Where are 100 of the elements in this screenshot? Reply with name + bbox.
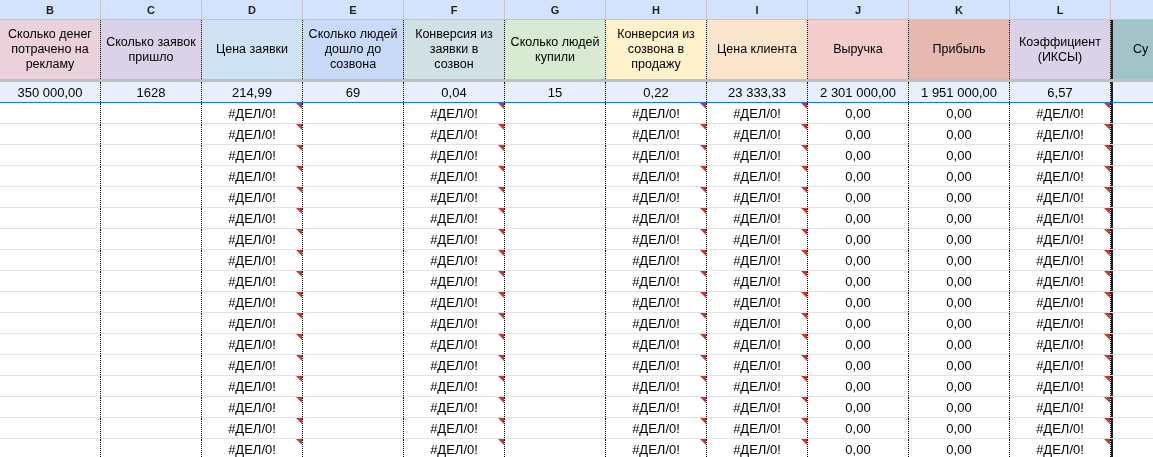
table-cell: #ДЕЛ/0! [404,271,505,291]
table-cell: #ДЕЛ/0! [1010,166,1111,186]
column-letter[interactable]: H [606,0,707,19]
table-row[interactable]: #ДЕЛ/0! #ДЕЛ/0! #ДЕЛ/0! #ДЕЛ/0! 0,00 0,00 #ДЕЛ/0! [0,271,1153,292]
column-letter[interactable]: I [707,0,808,19]
table-cell: 0,00 [909,397,1010,417]
table-cell: #ДЕЛ/0! [404,439,505,457]
table-cell: 0,00 [808,229,909,249]
table-cell: #ДЕЛ/0! [606,166,707,186]
table-cell: #ДЕЛ/0! [202,229,303,249]
table-cell: 0,00 [808,439,909,457]
header-cell: Конверсия из заявки в созвон [404,20,505,79]
table-cell: 0,00 [909,103,1010,123]
table-row[interactable]: #ДЕЛ/0! #ДЕЛ/0! #ДЕЛ/0! #ДЕЛ/0! 0,00 0,00 #ДЕЛ/0! [0,397,1153,418]
column-letter[interactable]: F [404,0,505,19]
table-cell: 69 [303,82,404,102]
table-cell: 0,00 [808,124,909,144]
table-cell: #ДЕЛ/0! [202,187,303,207]
table-cell: #ДЕЛ/0! [202,271,303,291]
table-cell: #ДЕЛ/0! [606,124,707,144]
table-row[interactable]: #ДЕЛ/0! #ДЕЛ/0! #ДЕЛ/0! #ДЕЛ/0! 0,00 0,00 #ДЕЛ/0! [0,334,1153,355]
table-cell: #ДЕЛ/0! [202,334,303,354]
table-cell: #ДЕЛ/0! [606,376,707,396]
column-letter[interactable]: B [0,0,101,19]
table-cell: #ДЕЛ/0! [1010,103,1111,123]
column-letter[interactable]: G [505,0,606,19]
selected-row[interactable]: 350 000,00 1628 214,99 69 0,04 15 0,22 23 333,33 2 301 000,00 1 951 000,00 6,57 [0,82,1153,103]
header-cell: Цена заявки [202,20,303,79]
table-cell: 0,00 [808,250,909,270]
table-row[interactable]: #ДЕЛ/0! #ДЕЛ/0! #ДЕЛ/0! #ДЕЛ/0! 0,00 0,00 #ДЕЛ/0! [0,292,1153,313]
table-cell: #ДЕЛ/0! [202,397,303,417]
table-cell: #ДЕЛ/0! [404,229,505,249]
header-cell: Конверсия из созвона в продажу [606,20,707,79]
table-cell: #ДЕЛ/0! [202,250,303,270]
table-row[interactable]: #ДЕЛ/0! #ДЕЛ/0! #ДЕЛ/0! #ДЕЛ/0! 0,00 0,00 #ДЕЛ/0! [0,208,1153,229]
table-cell: #ДЕЛ/0! [404,187,505,207]
column-letter[interactable]: C [101,0,202,19]
table-cell: #ДЕЛ/0! [404,292,505,312]
header-cell: Прибыль [909,20,1010,79]
column-letter[interactable]: D [202,0,303,19]
column-letter[interactable]: J [808,0,909,19]
table-cell: 0,00 [808,187,909,207]
table-cell: #ДЕЛ/0! [606,208,707,228]
table-cell: #ДЕЛ/0! [1010,397,1111,417]
table-cell: #ДЕЛ/0! [1010,208,1111,228]
column-letter[interactable]: E [303,0,404,19]
table-cell: #ДЕЛ/0! [1010,187,1111,207]
table-cell: 0,00 [808,418,909,438]
table-cell: 1 951 000,00 [909,82,1010,102]
table-cell: #ДЕЛ/0! [202,208,303,228]
table-row[interactable]: #ДЕЛ/0! #ДЕЛ/0! #ДЕЛ/0! #ДЕЛ/0! 0,00 0,00 #ДЕЛ/0! [0,250,1153,271]
table-row[interactable]: #ДЕЛ/0! #ДЕЛ/0! #ДЕЛ/0! #ДЕЛ/0! 0,00 0,00 #ДЕЛ/0! [0,103,1153,124]
table-row[interactable]: #ДЕЛ/0! #ДЕЛ/0! #ДЕЛ/0! #ДЕЛ/0! 0,00 0,00 #ДЕЛ/0! [0,166,1153,187]
table-cell: #ДЕЛ/0! [707,271,808,291]
table-row[interactable]: #ДЕЛ/0! #ДЕЛ/0! #ДЕЛ/0! #ДЕЛ/0! 0,00 0,00 #ДЕЛ/0! [0,376,1153,397]
table-row[interactable]: #ДЕЛ/0! #ДЕЛ/0! #ДЕЛ/0! #ДЕЛ/0! 0,00 0,00 #ДЕЛ/0! [0,124,1153,145]
column-letter[interactable]: L [1010,0,1111,19]
table-cell: #ДЕЛ/0! [404,166,505,186]
table-cell: 15 [505,82,606,102]
table-cell: #ДЕЛ/0! [202,355,303,375]
table-cell: 0,00 [909,334,1010,354]
table-cell: #ДЕЛ/0! [404,334,505,354]
table-cell: 0,00 [909,418,1010,438]
table-cell: #ДЕЛ/0! [202,292,303,312]
table-cell: 0,00 [808,355,909,375]
table-cell: 0,00 [808,313,909,333]
table-cell: #ДЕЛ/0! [606,439,707,457]
header-cell: Сколько денег потрачено на рекламу [0,20,101,79]
table-cell: 0,00 [909,229,1010,249]
table-cell: #ДЕЛ/0! [606,313,707,333]
table-cell: #ДЕЛ/0! [1010,355,1111,375]
table-cell: #ДЕЛ/0! [707,418,808,438]
table-cell: #ДЕЛ/0! [606,418,707,438]
table-cell: 0,00 [909,313,1010,333]
table-row[interactable]: #ДЕЛ/0! #ДЕЛ/0! #ДЕЛ/0! #ДЕЛ/0! 0,00 0,00 #ДЕЛ/0! [0,355,1153,376]
table-cell: #ДЕЛ/0! [707,355,808,375]
table-cell: 0,00 [909,376,1010,396]
table-row[interactable]: #ДЕЛ/0! #ДЕЛ/0! #ДЕЛ/0! #ДЕЛ/0! 0,00 0,00 #ДЕЛ/0! [0,187,1153,208]
column-letter[interactable]: K [909,0,1010,19]
table-cell: 0,00 [909,250,1010,270]
table-cell: 0,00 [808,292,909,312]
table-cell: #ДЕЛ/0! [1010,313,1111,333]
table-cell: 2 301 000,00 [808,82,909,102]
table-cell: 0,00 [909,124,1010,144]
table-cell: #ДЕЛ/0! [1010,145,1111,165]
table-cell: #ДЕЛ/0! [202,145,303,165]
table-cell: #ДЕЛ/0! [707,145,808,165]
table-cell: #ДЕЛ/0! [1010,439,1111,457]
table-cell: 350 000,00 [0,82,101,102]
table-cell: #ДЕЛ/0! [1010,418,1111,438]
table-row[interactable]: #ДЕЛ/0! #ДЕЛ/0! #ДЕЛ/0! #ДЕЛ/0! 0,00 0,00 #ДЕЛ/0! [0,418,1153,439]
table-row[interactable]: #ДЕЛ/0! #ДЕЛ/0! #ДЕЛ/0! #ДЕЛ/0! 0,00 0,00 #ДЕЛ/0! [0,229,1153,250]
table-cell: #ДЕЛ/0! [606,145,707,165]
table-row[interactable]: #ДЕЛ/0! #ДЕЛ/0! #ДЕЛ/0! #ДЕЛ/0! 0,00 0,00 #ДЕЛ/0! [0,145,1153,166]
table-cell: 0,00 [808,145,909,165]
table-cell: 23 333,33 [707,82,808,102]
table-cell: #ДЕЛ/0! [1010,376,1111,396]
table-cell: #ДЕЛ/0! [707,439,808,457]
table-row[interactable]: #ДЕЛ/0! #ДЕЛ/0! #ДЕЛ/0! #ДЕЛ/0! 0,00 0,00 #ДЕЛ/0! [0,313,1153,334]
table-cell: 0,00 [808,397,909,417]
